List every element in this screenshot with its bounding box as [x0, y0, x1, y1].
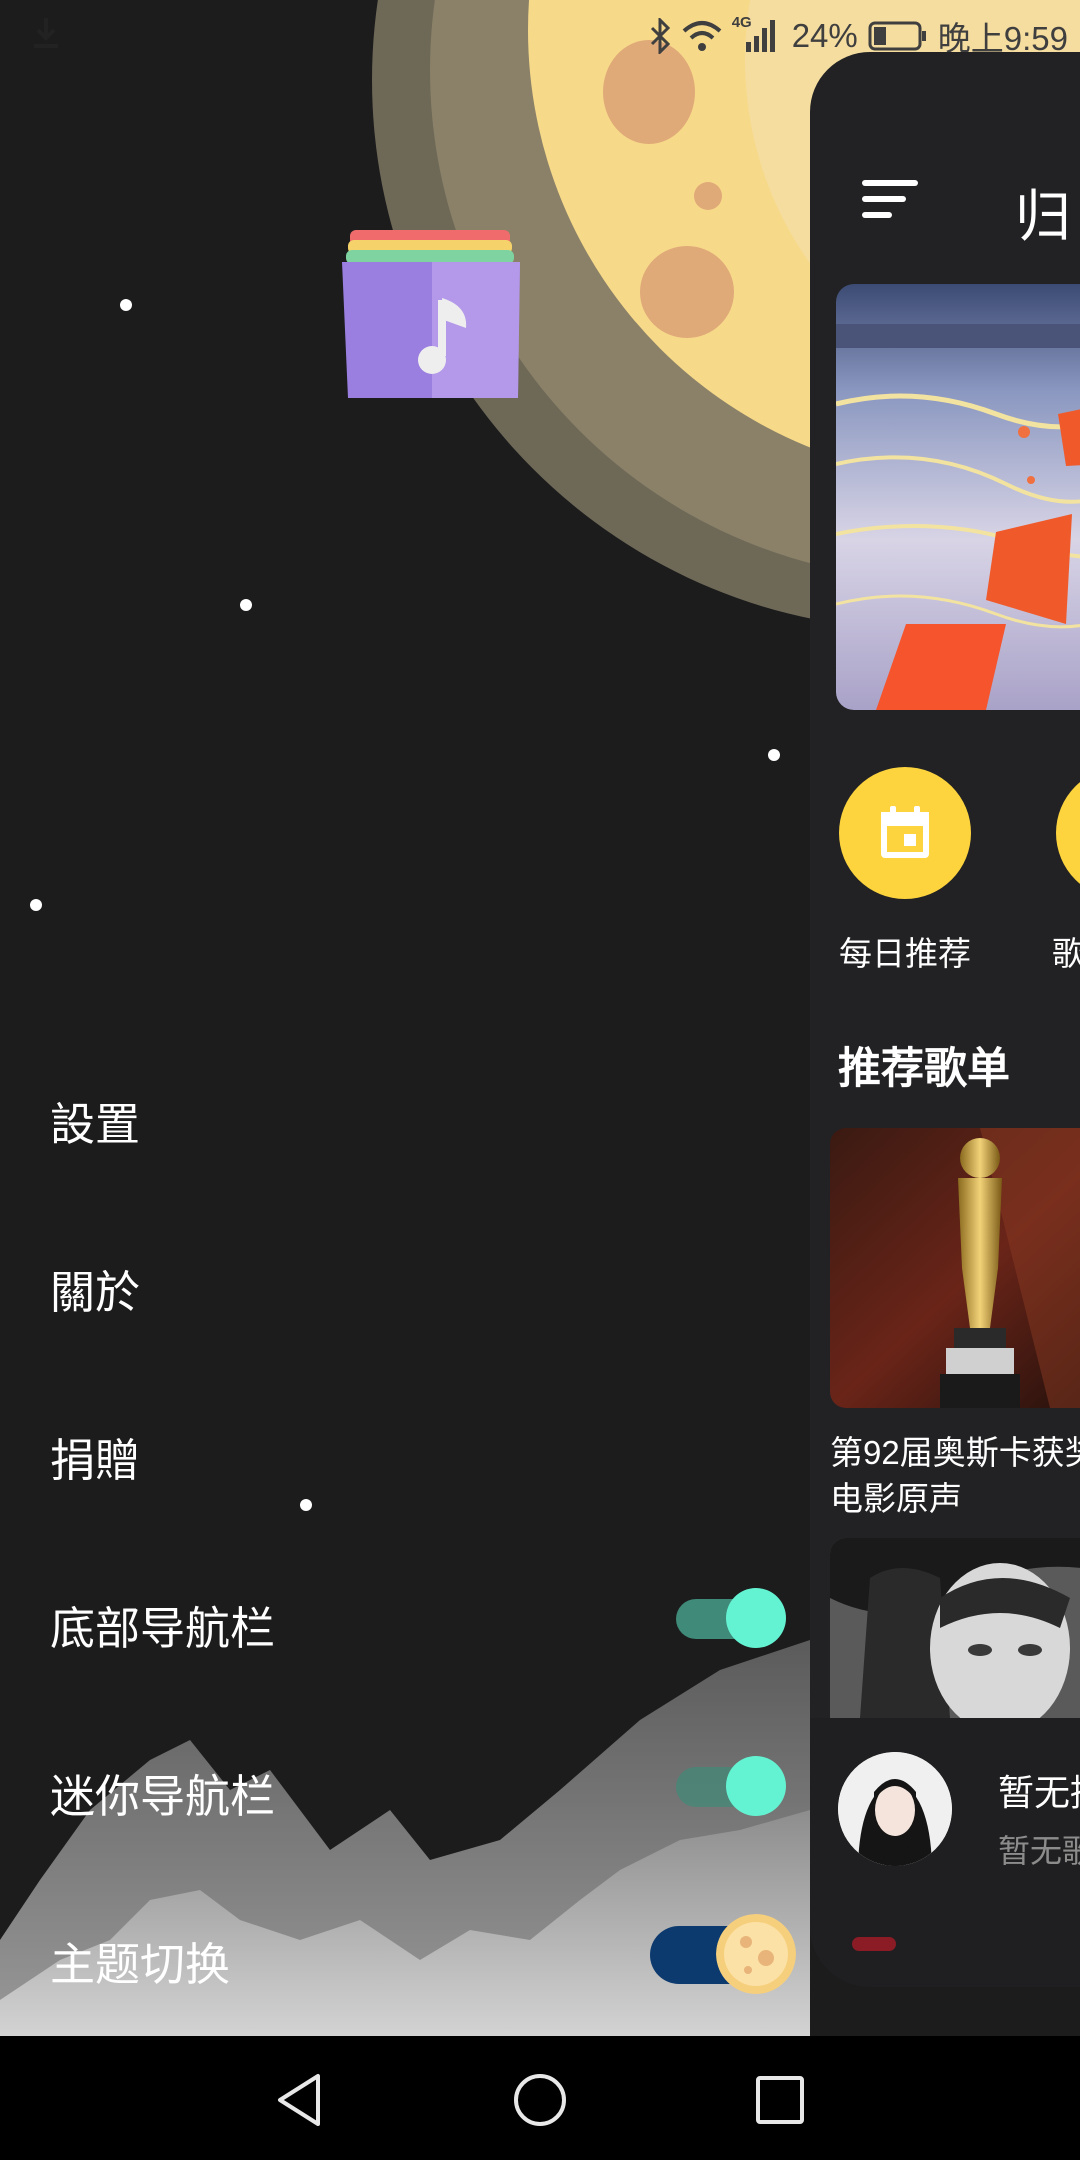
- banner-image[interactable]: [836, 284, 1080, 710]
- bluetooth-icon: [648, 18, 672, 54]
- mini-player-song: 暂无播: [998, 1772, 1080, 1813]
- menu-item-donate[interactable]: 捐贈: [50, 1424, 140, 1489]
- quick-entry-circle: [1056, 767, 1080, 899]
- signal-icon: 4G: [732, 14, 782, 56]
- mini-player-progress: [852, 1937, 896, 1951]
- calendar-icon: [881, 806, 929, 858]
- menu-item-bottom-nav: 底部导航栏: [50, 1603, 276, 1654]
- home-icon[interactable]: [510, 2070, 570, 2130]
- menu-item-about[interactable]: 關於: [50, 1256, 140, 1321]
- screen: 4G 24% 晚上9:59 設置 關於 捐贈 底部导航栏 迷你导航栏 主题切换: [0, 0, 1080, 2160]
- recents-icon[interactable]: [750, 2070, 810, 2130]
- wifi-icon: [682, 19, 722, 53]
- quick-entry-daily[interactable]: 每日推荐: [830, 767, 980, 975]
- star: [120, 299, 132, 311]
- playlist-cover[interactable]: [830, 1538, 1080, 1718]
- playlist-title-line: 电影原声: [830, 1480, 962, 1517]
- download-icon: [34, 18, 58, 48]
- avatar[interactable]: [838, 1752, 952, 1866]
- star: [300, 1499, 312, 1511]
- theme-toggle[interactable]: [650, 1914, 796, 1998]
- battery-icon: [868, 20, 928, 52]
- back-icon[interactable]: [272, 2070, 332, 2130]
- menu-item-settings[interactable]: 設置: [50, 1088, 140, 1153]
- quick-entry-playlist[interactable]: 歌: [1052, 767, 1080, 975]
- star: [240, 599, 252, 611]
- music-folder-icon: [342, 230, 520, 398]
- main-panel[interactable]: 归 每日推荐 歌 推荐歌单 第92届奥斯卡获奖 电影原声 暂无 暂无歌: [810, 52, 1080, 1987]
- quick-entry-circle: [839, 767, 971, 899]
- quick-entry-label: 每日推荐: [839, 935, 971, 972]
- playlist-cover[interactable]: [830, 1128, 1080, 1408]
- mini-player-artist: 暂无歌: [998, 1833, 1080, 1869]
- playlist-title[interactable]: 第92届奥斯卡获奖 电影原声: [830, 1430, 1080, 1522]
- bottom-nav-toggle[interactable]: [676, 1588, 788, 1648]
- menu-item-theme: 主题切换: [50, 1939, 231, 1990]
- star: [30, 899, 42, 911]
- playlist-title-line: 第92届奥斯卡获奖: [830, 1434, 1080, 1471]
- star: [768, 749, 780, 761]
- mini-nav-toggle[interactable]: [676, 1756, 788, 1816]
- moon-crater: [640, 246, 734, 338]
- section-title: 推荐歌单: [838, 1045, 1010, 1093]
- battery-percent: 24%: [791, 17, 858, 54]
- menu-icon[interactable]: [862, 180, 918, 220]
- moon-crater: [694, 182, 722, 210]
- page-title: 归: [1015, 185, 1071, 248]
- moon-knob-icon: [716, 1914, 796, 1994]
- menu-item-mini-nav: 迷你导航栏: [50, 1771, 276, 1822]
- quick-entry-label: 歌: [1052, 935, 1080, 972]
